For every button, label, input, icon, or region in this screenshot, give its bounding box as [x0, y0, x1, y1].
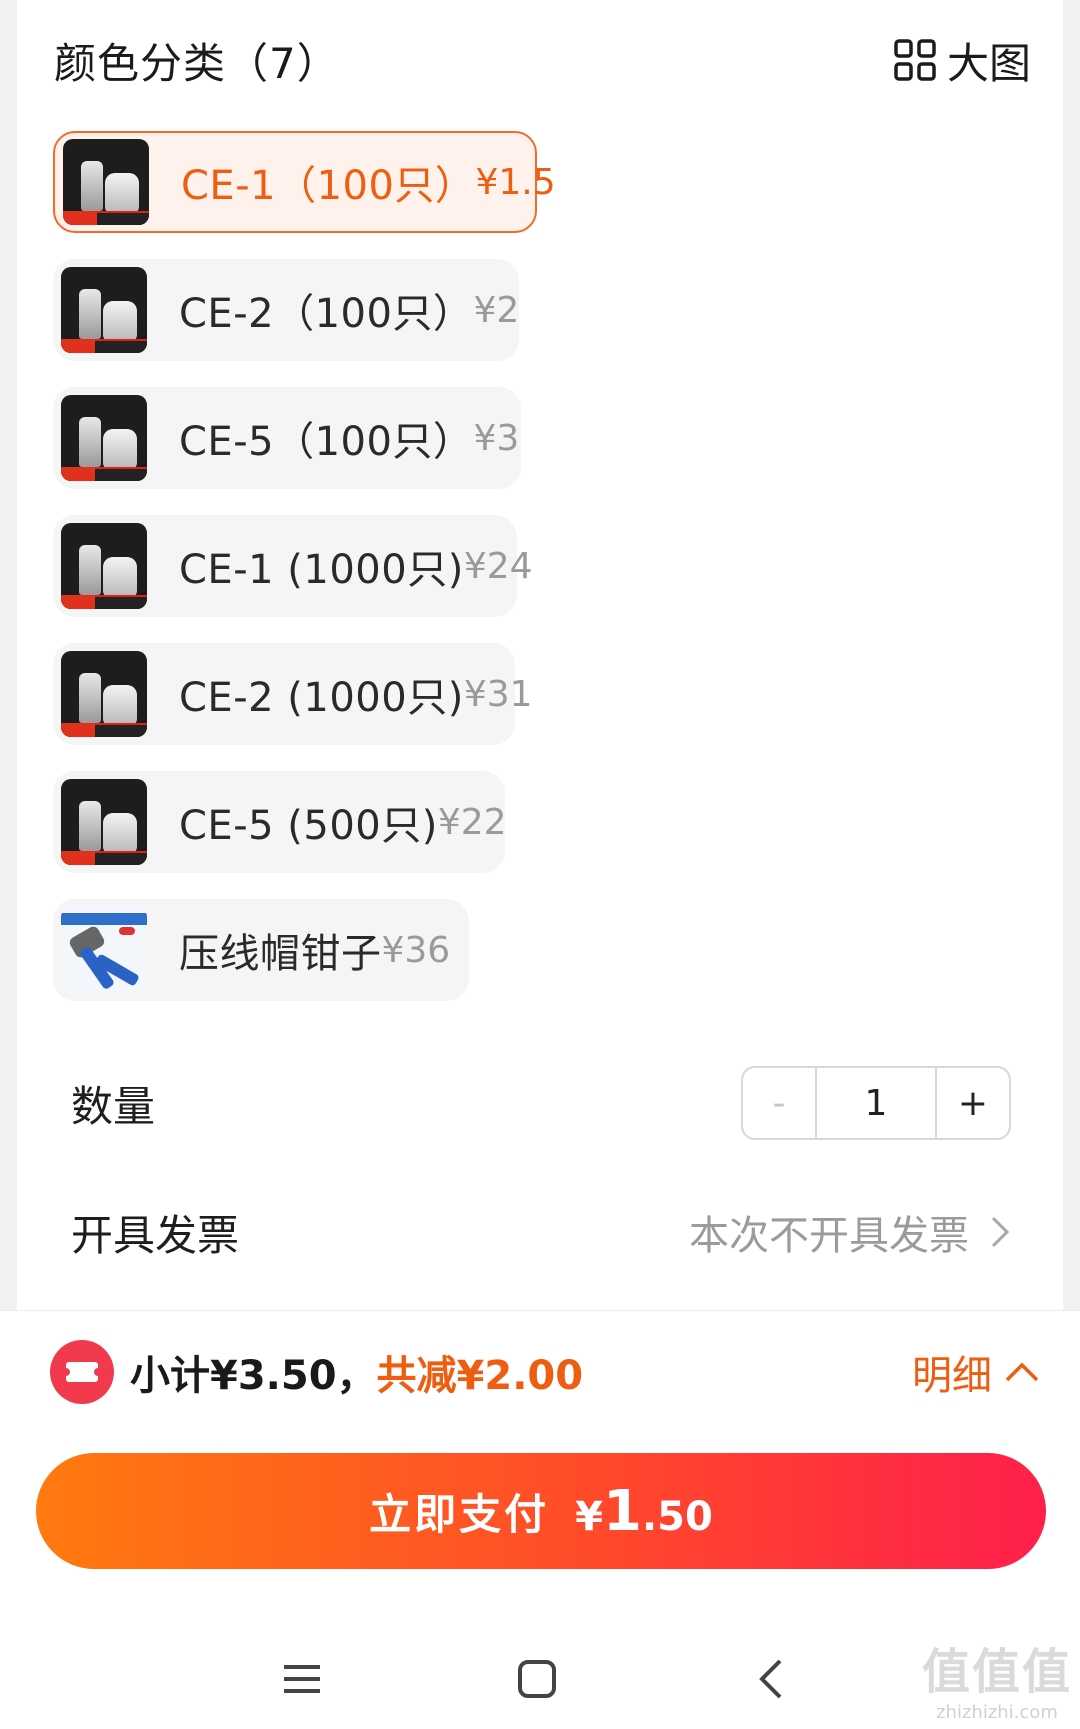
back-button[interactable] — [742, 1649, 802, 1709]
variant-price: ¥22 — [437, 801, 507, 843]
watermark-logo: 值值值 — [921, 1644, 1072, 1700]
pay-now-button[interactable]: 立即支付 ¥1.50 — [36, 1453, 1046, 1569]
variant-label: 压线帽钳子 — [179, 931, 382, 977]
quantity-stepper: - 1 + — [741, 1066, 1011, 1140]
watermark: 值值值 zhizhizhi.com — [922, 1632, 1072, 1723]
variant-option-ce2-1000[interactable]: CE-2 (1000只) ¥31 — [53, 643, 533, 745]
coupon-icon — [50, 1340, 114, 1404]
home-button[interactable] — [507, 1649, 567, 1709]
pay-amount: ¥1.50 — [575, 1479, 713, 1544]
menu-icon — [284, 1665, 320, 1693]
variant-price: ¥3 — [473, 417, 520, 459]
sheet-header: 颜色分类（7） 大图 — [54, 28, 1031, 92]
invoice-value: 本次不开具发票 — [689, 1213, 969, 1259]
discount-text: 共减¥2.00 — [376, 1353, 584, 1399]
pay-amount-decimal: .50 — [641, 1493, 713, 1540]
variant-option-ce1-1000[interactable]: CE-1 (1000只) ¥24 — [53, 515, 533, 617]
quantity-value[interactable]: 1 — [815, 1068, 937, 1138]
system-navigation-bar — [0, 1641, 1080, 1721]
variant-options: CE-1（100只） ¥1.5 CE-2（100只） ¥2 CE-5（100只）… — [53, 131, 613, 1027]
pay-amount-integer: 1 — [603, 1478, 642, 1544]
invoice-value-group: 本次不开具发票 — [689, 1203, 1011, 1261]
big-view-label: 大图 — [946, 38, 1031, 88]
checkout-bar: 小计¥3.50， 共减¥2.00 明细 立即支付 ¥1.50 值值值 zhizh… — [0, 1310, 1080, 1729]
watermark-url: zhizhizhi.com — [936, 1702, 1058, 1723]
quantity-decrease-button[interactable]: - — [743, 1068, 815, 1138]
back-chevron-icon — [759, 1659, 782, 1699]
grid-icon — [894, 39, 936, 81]
price-detail-button[interactable]: 明细 — [912, 1343, 1040, 1401]
variant-thumbnail — [61, 907, 147, 993]
variant-price: ¥1.5 — [475, 161, 556, 203]
chevron-up-icon — [1005, 1362, 1039, 1382]
price-detail-label: 明细 — [912, 1353, 992, 1399]
variant-thumbnail — [63, 139, 149, 225]
variant-thumbnail — [61, 779, 147, 865]
color-category-title: 颜色分类（7） — [54, 38, 340, 88]
quantity-increase-button[interactable]: + — [937, 1068, 1009, 1138]
variant-option-ce5-100[interactable]: CE-5（100只） ¥3 — [53, 387, 521, 489]
variant-option-ce1-100[interactable]: CE-1（100只） ¥1.5 — [53, 131, 556, 233]
variant-label: CE-5（100只） — [179, 419, 474, 465]
variant-option-crimping-pliers[interactable]: 压线帽钳子 ¥36 — [53, 899, 469, 1001]
variant-option-ce2-100[interactable]: CE-2（100只） ¥2 — [53, 259, 519, 361]
variant-label: CE-2 (1000只) — [179, 675, 464, 721]
variant-thumbnail — [61, 651, 147, 737]
variant-label: CE-5 (500只) — [179, 803, 438, 849]
variant-label: CE-1 (1000只) — [179, 547, 464, 593]
big-view-toggle[interactable]: 大图 — [893, 30, 1031, 91]
recent-apps-button[interactable] — [272, 1649, 332, 1709]
invoice-row[interactable]: 开具发票 本次不开具发票 — [71, 1200, 1011, 1264]
subtotal-text: 小计¥3.50， — [130, 1353, 377, 1399]
quantity-label: 数量 — [71, 1081, 156, 1131]
variant-thumbnail — [61, 267, 147, 353]
variant-label: CE-1（100只） — [181, 163, 476, 209]
quantity-row: 数量 - 1 + — [71, 1066, 1011, 1140]
variant-price: ¥2 — [473, 289, 520, 331]
variant-price: ¥36 — [381, 929, 451, 971]
variant-label: CE-2（100只） — [179, 291, 474, 337]
variant-price: ¥24 — [463, 545, 533, 587]
variant-option-ce5-500[interactable]: CE-5 (500只) ¥22 — [53, 771, 507, 873]
variant-price: ¥31 — [463, 673, 533, 715]
variant-thumbnail — [61, 523, 147, 609]
variant-thumbnail — [61, 395, 147, 481]
price-summary: 小计¥3.50， 共减¥2.00 明细 — [50, 1337, 1040, 1407]
chevron-right-icon — [991, 1216, 1010, 1248]
invoice-label: 开具发票 — [71, 1210, 240, 1260]
sku-selector-sheet: 颜色分类（7） 大图 CE-1（100只） ¥1.5 CE-2（100只） ¥2… — [17, 0, 1063, 1310]
pay-currency: ¥ — [575, 1493, 604, 1540]
pay-now-label: 立即支付 — [369, 1489, 550, 1539]
home-square-icon — [518, 1660, 556, 1698]
